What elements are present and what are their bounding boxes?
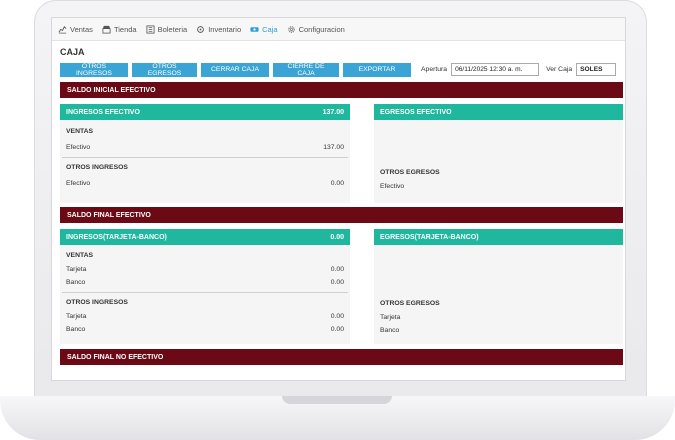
store-icon [102, 25, 111, 34]
divider [62, 157, 348, 158]
nav-item-inventario[interactable]: Inventario [196, 25, 241, 34]
list-item: Banco 0.00 [66, 326, 344, 333]
panel-title: INGRESOS(TARJETA-BANCO) [66, 233, 167, 241]
nav-item-caja[interactable]: Caja [250, 24, 278, 34]
divider [62, 292, 348, 293]
ventas-heading: VENTAS [66, 128, 94, 135]
apertura-date-field[interactable]: 06/11/2025 12:30 a. m. [451, 63, 540, 76]
egresos-efectivo-panel: EGRESOS EFECTIVO OTROS EGRESOS Efectivo [374, 104, 623, 203]
list-item: Efectivo [380, 183, 405, 190]
ticket-icon [146, 24, 155, 34]
panel-title: EGRESOS(TARJETA-BANCO) [380, 233, 479, 241]
ventas-heading: VENTAS [66, 252, 94, 259]
panel-title: INGRESOS EFECTIVO [66, 108, 140, 116]
otros-egresos-button[interactable]: OTROS EGRESOS [132, 62, 197, 77]
list-item: Banco 0.00 [66, 279, 344, 286]
nav-label: Configuracion [298, 24, 345, 34]
nav-item-ventas[interactable]: Ventas [58, 25, 93, 34]
panel-header: EGRESOS(TARJETA-BANCO) [374, 229, 623, 245]
otros-ingresos-heading: OTROS INGRESOS [66, 164, 128, 171]
nav-label: Boleteria [157, 24, 188, 34]
nav-label: Caja [262, 24, 278, 34]
list-item: Banco [380, 327, 400, 334]
otros-ingresos-button[interactable]: OTROS INGRESOS [60, 62, 128, 77]
cerrar-caja-button[interactable]: CERRAR CAJA [201, 62, 269, 77]
panel-total: 0.00 [330, 233, 344, 241]
app-screen: Ventas Tienda Boleteria Inventario Caja … [52, 18, 625, 380]
exportar-button[interactable]: EXPORTAR [343, 62, 411, 77]
panel-title: EGRESOS EFECTIVO [380, 108, 452, 116]
nav-item-boleteria[interactable]: Boleteria [146, 24, 188, 34]
cash-icon [250, 26, 259, 32]
tools-icon [197, 25, 205, 33]
nav-label: Tienda [113, 24, 137, 34]
nav-item-tienda[interactable]: Tienda [102, 25, 137, 34]
cierre-de-caja-button[interactable]: CIERRE DE CAJA [273, 62, 339, 77]
saldo-no-efectivo-bar: SALDO FINAL NO EFECTIVO [60, 349, 623, 365]
list-item: Tarjeta 0.00 [66, 313, 344, 320]
list-item: Efectivo 0.00 [66, 180, 344, 187]
otros-egresos-heading: OTROS EGRESOS [380, 300, 440, 307]
nav-item-configuracion[interactable]: Configuracion [287, 25, 345, 34]
otros-egresos-heading: OTROS EGRESOS [380, 169, 440, 176]
page-title: CAJA [60, 47, 85, 57]
ingresos-efectivo-panel: INGRESOS EFECTIVO 137.00 VENTAS Efectivo… [60, 104, 350, 203]
apertura-label: Apertura [421, 66, 448, 73]
nav-label: Ventas [70, 24, 93, 34]
panel-header: INGRESOS(TARJETA-BANCO) 0.00 [60, 229, 350, 245]
ingresos-tarjeta-banco-panel: INGRESOS(TARJETA-BANCO) 0.00 VENTAS Tarj… [60, 229, 350, 344]
egresos-tarjeta-banco-panel: EGRESOS(TARJETA-BANCO) OTROS EGRESOS Tar… [374, 229, 623, 344]
panel-total: 137.00 [322, 108, 344, 116]
chart-line-icon [58, 25, 67, 33]
ver-caja-label: Ver Caja [546, 66, 573, 73]
otros-ingresos-heading: OTROS INGRESOS [66, 299, 128, 306]
list-item: Efectivo 137.00 [66, 144, 344, 151]
toolbar: OTROS INGRESOS OTROS EGRESOS CERRAR CAJA… [52, 61, 625, 78]
panel-header: INGRESOS EFECTIVO 137.00 [60, 104, 350, 120]
panel-header: EGRESOS EFECTIVO [374, 104, 623, 120]
laptop-notch [282, 396, 392, 404]
gear-icon [287, 25, 295, 33]
top-nav: Ventas Tienda Boleteria Inventario Caja … [52, 18, 625, 41]
nav-label: Inventario [208, 24, 242, 34]
list-item: Tarjeta 0.00 [66, 266, 344, 273]
list-item: Tarjeta [380, 314, 401, 321]
saldo-final-bar: SALDO FINAL EFECTIVO [60, 207, 623, 223]
ver-caja-select[interactable]: SOLES [576, 63, 617, 76]
saldo-inicial-bar: SALDO INICIAL EFECTIVO [60, 82, 623, 98]
